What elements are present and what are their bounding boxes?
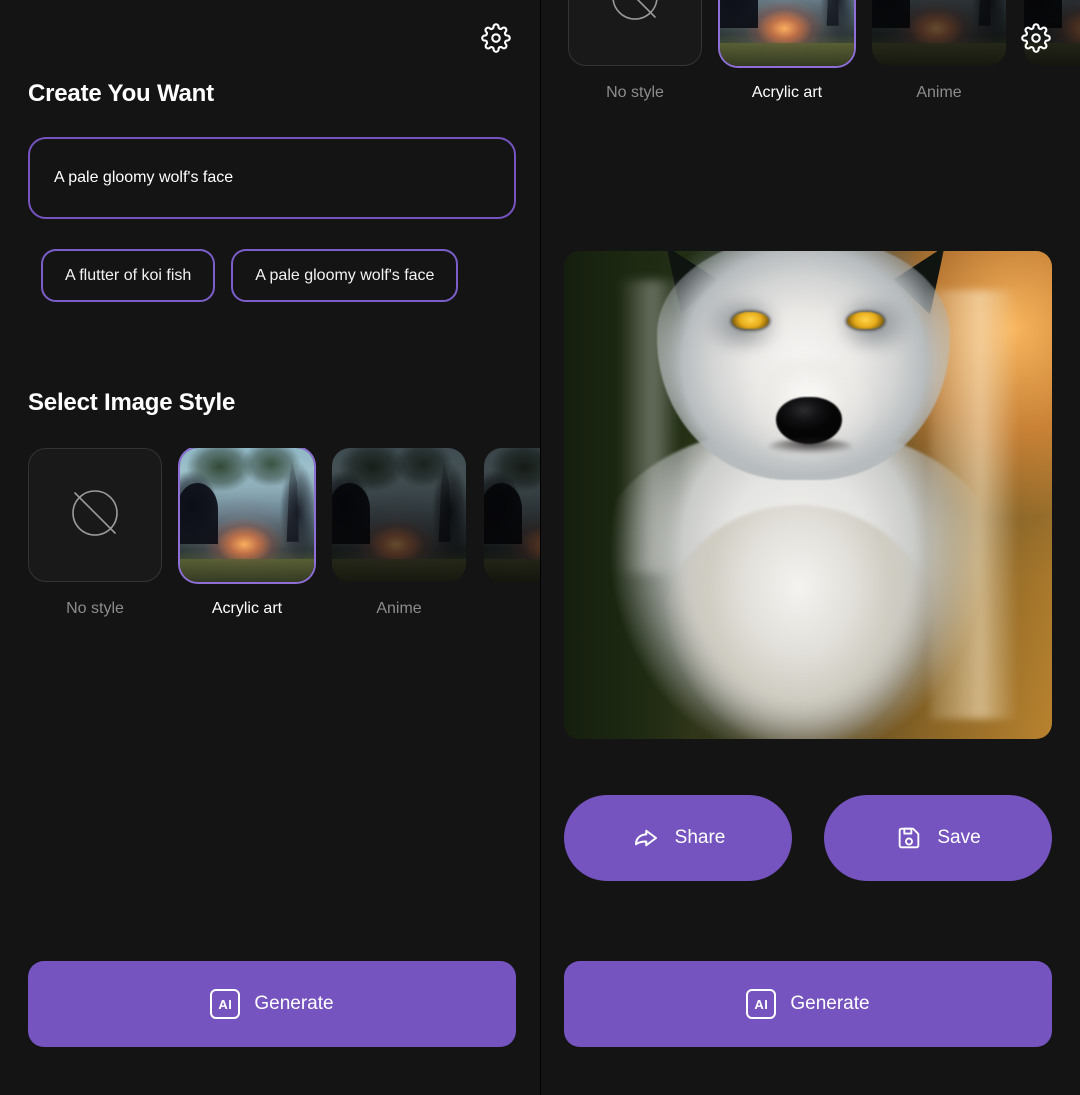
style-label-anime: Anime [916, 84, 962, 101]
style-option-acrylic-art[interactable]: Acrylic art [180, 448, 314, 618]
style-carousel-right[interactable]: No style Acrylic art Anime [568, 0, 1080, 102]
settings-gear-button-left[interactable] [480, 22, 512, 54]
suggestion-chip-wolf-face[interactable]: A pale gloomy wolf's face [231, 249, 459, 302]
style-option-anime[interactable]: Anime [872, 0, 1006, 102]
prompt-input-value: A pale gloomy wolf's face [54, 168, 234, 186]
generate-button-left[interactable]: AI Generate [28, 961, 516, 1047]
style-option-next-partial[interactable] [484, 448, 540, 618]
style-thumbnail-acrylic-art [180, 448, 314, 582]
share-button-label: Share [674, 827, 726, 848]
style-thumbnail-acrylic-art [720, 0, 854, 66]
style-thumbnail-anime [872, 0, 1006, 66]
result-action-bar: Share Save [564, 795, 1052, 881]
style-thumbnail-no-style [28, 448, 162, 582]
generate-button-right[interactable]: AI Generate [564, 961, 1052, 1047]
style-thumbnail-no-style [568, 0, 702, 66]
share-button[interactable]: Share [564, 795, 792, 881]
gear-icon [481, 23, 511, 53]
save-button-label: Save [937, 827, 981, 848]
style-option-anime[interactable]: Anime [332, 448, 466, 618]
style-label-anime: Anime [376, 600, 422, 617]
gear-icon [1021, 23, 1051, 53]
no-style-circle-slash-icon [62, 480, 128, 551]
page-title-create: Create You Want [28, 80, 214, 107]
right-panel: No style Acrylic art Anime Share Save AI… [540, 0, 1080, 1095]
style-thumbnail-anime [332, 448, 466, 582]
generate-button-label: Generate [254, 993, 334, 1014]
style-option-acrylic-art[interactable]: Acrylic art [720, 0, 854, 102]
style-label-acrylic-art: Acrylic art [211, 600, 283, 617]
wolf-illustration [564, 251, 1052, 739]
share-arrow-icon [631, 823, 661, 853]
style-option-no-style[interactable]: No style [28, 448, 162, 618]
suggestion-chip-list: A flutter of koi fish A pale gloomy wolf… [41, 249, 459, 302]
style-label-no-style: No style [66, 600, 124, 617]
panel-divider [540, 0, 541, 1095]
ai-badge-icon: AI [746, 989, 777, 1019]
prompt-input[interactable]: A pale gloomy wolf's face [28, 137, 516, 219]
generated-wolf-image[interactable] [564, 251, 1052, 739]
app-root: Create You Want A pale gloomy wolf's fac… [0, 0, 1080, 1095]
style-option-no-style[interactable]: No style [568, 0, 702, 102]
ai-badge-icon: AI [210, 989, 241, 1019]
style-label-no-style: No style [606, 84, 664, 101]
save-button[interactable]: Save [824, 795, 1052, 881]
no-style-circle-slash-icon [602, 0, 668, 35]
style-thumbnail-partial [484, 448, 540, 582]
suggestion-chip-koi-fish[interactable]: A flutter of koi fish [41, 249, 216, 302]
settings-gear-button-right[interactable] [1020, 22, 1052, 54]
floppy-disk-icon [895, 824, 923, 852]
left-panel: Create You Want A pale gloomy wolf's fac… [0, 0, 540, 1095]
style-label-acrylic-art: Acrylic art [751, 84, 823, 101]
section-title-select-image-style: Select Image Style [28, 389, 236, 416]
generate-button-label: Generate [790, 993, 870, 1014]
style-carousel-left[interactable]: No style Acrylic art Anime [28, 448, 540, 618]
